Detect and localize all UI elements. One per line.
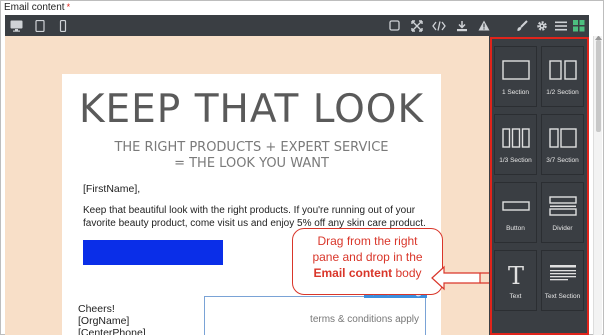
gear-icon[interactable]: [534, 18, 549, 33]
instruction-callout: Drag from the right pane and drop in the…: [292, 228, 443, 295]
tablet-icon[interactable]: [32, 18, 47, 33]
mobile-icon[interactable]: [55, 18, 70, 33]
callout-tail: body: [392, 266, 422, 280]
signoff-line-orgname: [OrgName]: [78, 315, 130, 327]
email-body[interactable]: KEEP THAT LOOK THE RIGHT PRODUCTS + EXPE…: [62, 74, 441, 335]
terms-text[interactable]: terms & conditions apply: [310, 314, 419, 325]
signoff-line-centerphone: [CenterPhone]: [78, 327, 146, 335]
scroll-thumb[interactable]: [596, 40, 601, 132]
email-signoff[interactable]: Cheers! [OrgName] [CenterPhone]: [78, 303, 146, 335]
callout-line2: pane and drop in the: [312, 250, 423, 264]
desktop-icon[interactable]: [9, 18, 24, 33]
blocks-icon[interactable]: [571, 18, 586, 33]
menu-icon[interactable]: [553, 18, 568, 33]
field-label: Email content *: [4, 1, 70, 14]
callout-bold: Email content: [313, 266, 393, 280]
email-subhead-line2: = THE LOOK YOU WANT: [174, 156, 329, 171]
email-cta-button[interactable]: [83, 240, 223, 265]
field-label-text: Email content: [4, 2, 65, 13]
email-subhead-line1: THE RIGHT PRODUCTS + EXPERT SERVICE: [114, 140, 389, 155]
signoff-line-cheers: Cheers!: [78, 303, 115, 315]
email-headline[interactable]: KEEP THAT LOOK: [62, 88, 441, 132]
callout-line1: Drag from the right: [317, 234, 418, 248]
code-icon[interactable]: [431, 18, 446, 33]
pane-scrollbar[interactable]: [593, 36, 602, 335]
square-icon[interactable]: [387, 18, 402, 33]
email-body-text[interactable]: Keep that beautiful look with the right …: [83, 204, 435, 230]
pane-highlight-box: [490, 37, 589, 335]
required-marker: *: [66, 2, 71, 12]
editor-toolbar: [5, 15, 589, 36]
drag-arrow-icon: [431, 265, 493, 291]
fullscreen-icon[interactable]: [409, 18, 424, 33]
callout-line3: Email content body: [299, 265, 436, 281]
brush-icon[interactable]: [514, 18, 529, 33]
email-subhead[interactable]: THE RIGHT PRODUCTS + EXPERT SERVICE = TH…: [62, 140, 441, 172]
terms-block[interactable]: ↑ ✥ ❐ 🗑 terms & conditions apply: [204, 286, 427, 335]
email-greeting[interactable]: [FirstName],: [83, 183, 140, 195]
download-icon[interactable]: [454, 18, 469, 33]
warning-icon[interactable]: [476, 18, 491, 33]
